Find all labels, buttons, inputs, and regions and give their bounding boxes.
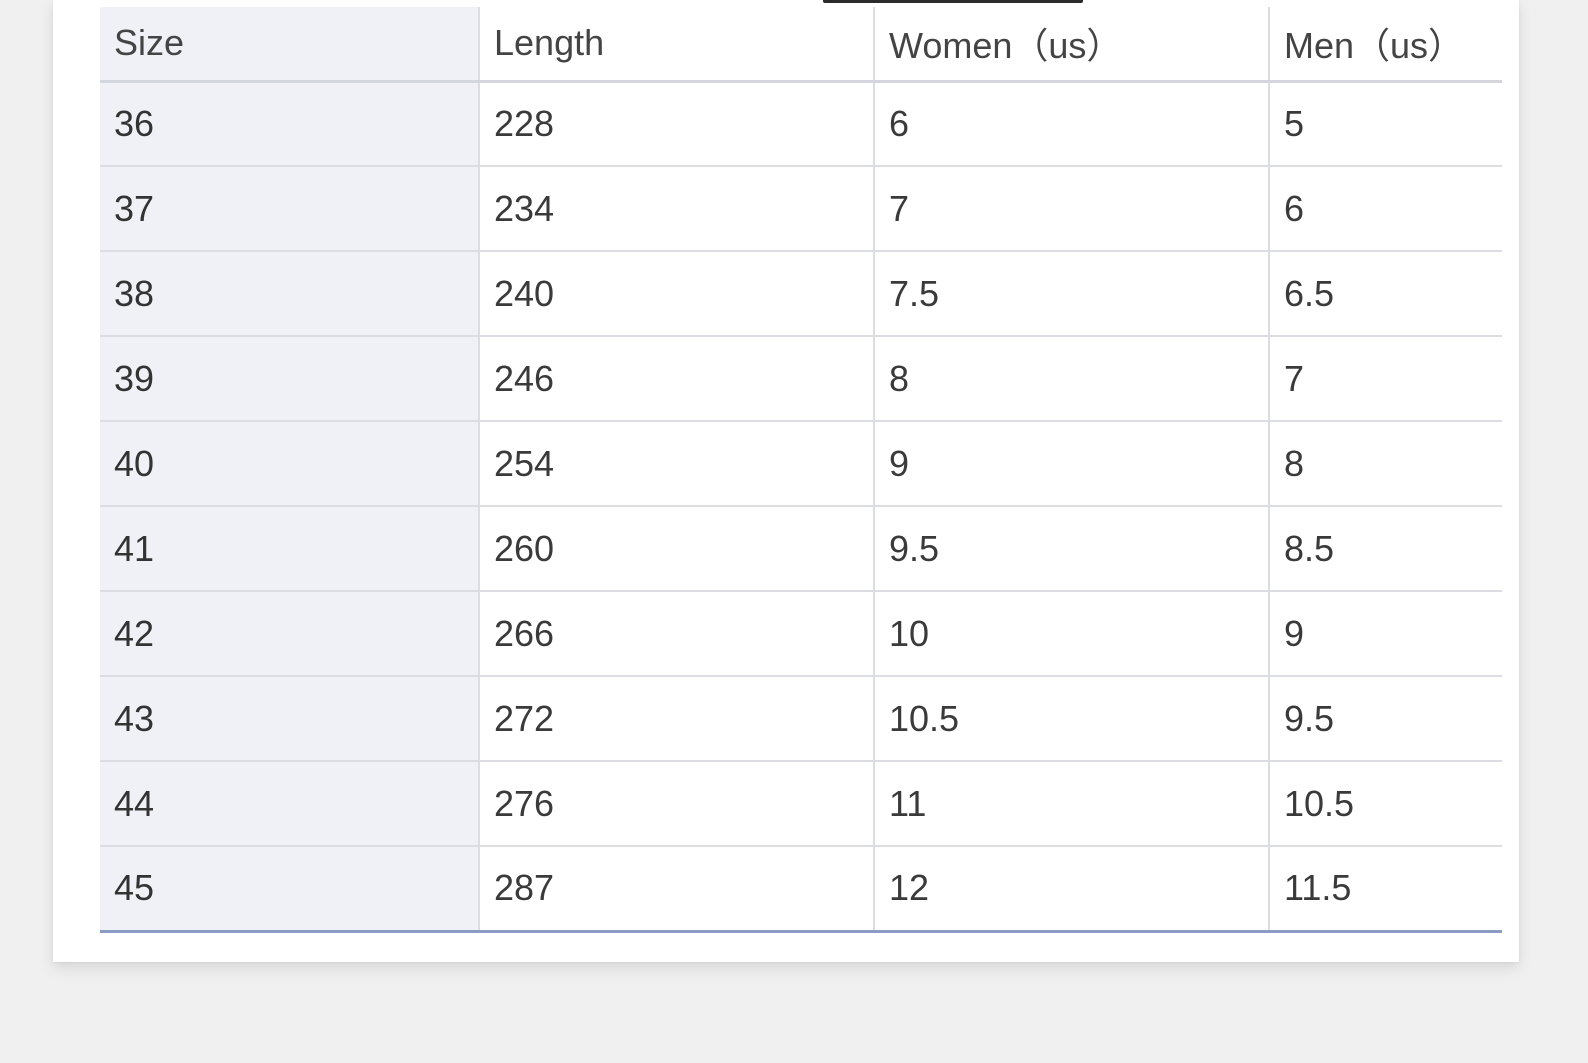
top-edge-bar xyxy=(823,0,1083,3)
cell-length: 246 xyxy=(478,336,874,422)
cell-size: 43 xyxy=(100,676,479,762)
cell-women-us: 10.5 xyxy=(873,676,1269,762)
cell-size: 36 xyxy=(100,81,479,167)
table-header-row: Size Length Women（us） Men（us） xyxy=(100,7,1502,83)
header-women-us: Women（us） xyxy=(873,7,1269,83)
cell-size: 39 xyxy=(100,336,479,422)
cell-length: 254 xyxy=(478,421,874,507)
cell-length: 260 xyxy=(478,506,874,592)
size-chart-table: Size Length Women（us） Men（us） 36 228 6 5… xyxy=(100,7,1502,933)
cell-length: 266 xyxy=(478,591,874,677)
cell-size: 37 xyxy=(100,166,479,252)
cell-length: 272 xyxy=(478,676,874,762)
cell-size: 40 xyxy=(100,421,479,507)
cell-women-us: 9.5 xyxy=(873,506,1269,592)
header-size: Size xyxy=(100,7,479,83)
table-row: 41 260 9.5 8.5 xyxy=(100,506,1502,592)
table-row: 44 276 11 10.5 xyxy=(100,761,1502,847)
table-row: 37 234 7 6 xyxy=(100,166,1502,252)
cell-size: 42 xyxy=(100,591,479,677)
cell-length: 234 xyxy=(478,166,874,252)
cell-women-us: 12 xyxy=(873,846,1269,933)
cell-length: 287 xyxy=(478,846,874,933)
cell-size: 38 xyxy=(100,251,479,337)
table-row: 45 287 12 11.5 xyxy=(100,846,1502,933)
cell-men-us: 10.5 xyxy=(1268,761,1502,847)
table-row: 42 266 10 9 xyxy=(100,591,1502,677)
cell-length: 276 xyxy=(478,761,874,847)
table-row: 39 246 8 7 xyxy=(100,336,1502,422)
cell-women-us: 10 xyxy=(873,591,1269,677)
cell-men-us: 6 xyxy=(1268,166,1502,252)
cell-women-us: 11 xyxy=(873,761,1269,847)
cell-size: 41 xyxy=(100,506,479,592)
cell-size: 44 xyxy=(100,761,479,847)
cell-women-us: 7 xyxy=(873,166,1269,252)
cell-size: 45 xyxy=(100,846,479,933)
cell-men-us: 9 xyxy=(1268,591,1502,677)
cell-women-us: 7.5 xyxy=(873,251,1269,337)
cell-men-us: 9.5 xyxy=(1268,676,1502,762)
cell-men-us: 11.5 xyxy=(1268,846,1502,933)
cell-length: 240 xyxy=(478,251,874,337)
table-row: 43 272 10.5 9.5 xyxy=(100,676,1502,762)
table-row: 38 240 7.5 6.5 xyxy=(100,251,1502,337)
cell-men-us: 8 xyxy=(1268,421,1502,507)
cell-women-us: 9 xyxy=(873,421,1269,507)
table-row: 40 254 9 8 xyxy=(100,421,1502,507)
cell-men-us: 7 xyxy=(1268,336,1502,422)
cell-women-us: 6 xyxy=(873,81,1269,167)
header-length: Length xyxy=(478,7,874,83)
cell-men-us: 5 xyxy=(1268,81,1502,167)
header-men-us: Men（us） xyxy=(1268,7,1502,83)
cell-men-us: 8.5 xyxy=(1268,506,1502,592)
table-row: 36 228 6 5 xyxy=(100,81,1502,167)
cell-length: 228 xyxy=(478,81,874,167)
cell-women-us: 8 xyxy=(873,336,1269,422)
cell-men-us: 6.5 xyxy=(1268,251,1502,337)
